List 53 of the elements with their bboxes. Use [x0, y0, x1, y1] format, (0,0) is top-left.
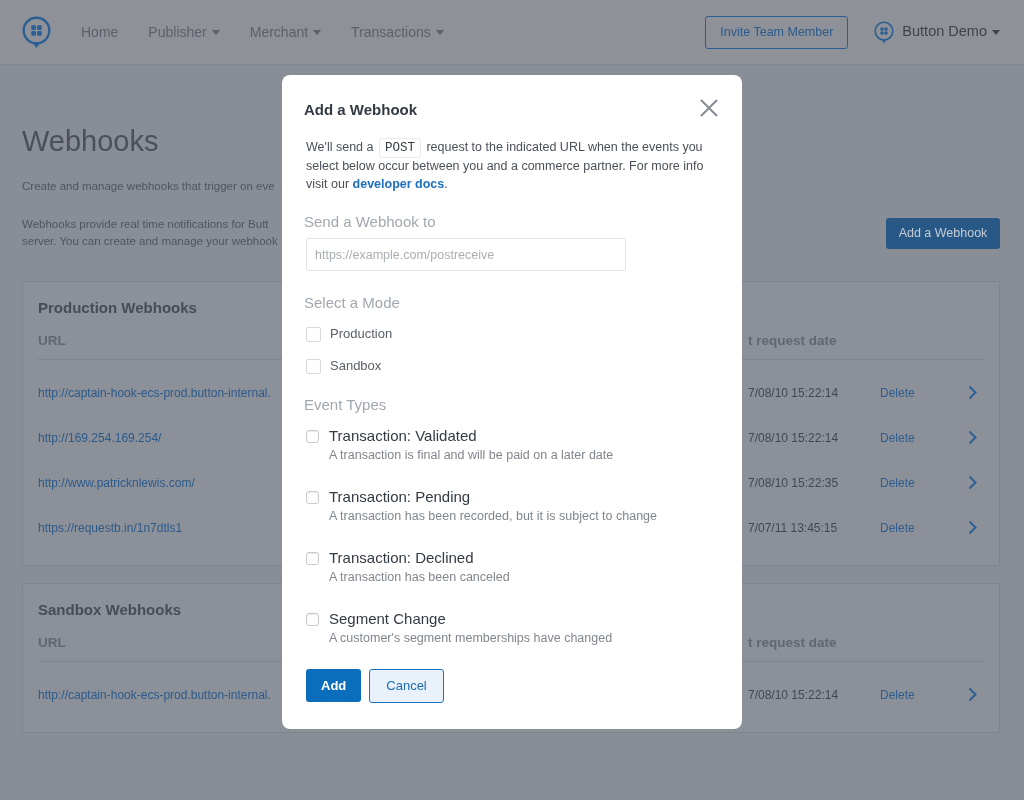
date-text: 7/08/10 15:22:14 — [748, 385, 839, 400]
section-label: Select a Mode — [304, 293, 400, 313]
chevron-right-icon[interactable] — [968, 475, 977, 490]
delete-link[interactable]: Delete — [880, 520, 915, 535]
date-text: 7/08/10 15:22:14 — [748, 430, 839, 445]
add-webhook-button[interactable]: Add a Webhook — [886, 217, 1000, 249]
checkbox-label: Sandbox — [330, 357, 382, 376]
event-title: Transaction: Pending — [329, 487, 471, 507]
checkbox[interactable] — [306, 326, 321, 342]
close-icon[interactable] — [700, 99, 718, 117]
event-title: Transaction: Declined — [329, 548, 474, 568]
modal-title: Add a Webhook — [304, 100, 418, 120]
url-link[interactable]: http://captain-hook-ecs-prod.button-internal. — [38, 687, 271, 702]
speech-bubble-icon — [874, 20, 895, 44]
checkbox[interactable] — [306, 429, 319, 443]
chevron-right-icon[interactable] — [968, 430, 977, 445]
cancel-button[interactable]: Cancel — [369, 669, 444, 703]
url-input[interactable]: https://example.com/postreceive — [306, 238, 626, 271]
section-label: Event Types — [304, 395, 387, 415]
checkbox[interactable] — [306, 551, 319, 565]
date-text: 7/08/10 15:22:35 — [748, 475, 839, 490]
event-title: Transaction: Validated — [329, 426, 477, 446]
event-description: A transaction has been canceled — [329, 569, 510, 586]
delete-link[interactable]: Delete — [880, 687, 915, 702]
delete-link[interactable]: Delete — [880, 475, 915, 490]
checkbox[interactable] — [306, 612, 319, 626]
url-link[interactable]: http://169.254.169.254/ — [38, 430, 162, 445]
checkbox[interactable] — [306, 358, 321, 374]
card-title: Sandbox Webhooks — [38, 600, 182, 620]
delete-link[interactable]: Delete — [880, 430, 915, 445]
event-description: A transaction is final and will be paid on a later date — [329, 447, 614, 464]
url-link[interactable]: https://requestb.in/1n7dtls1 — [38, 520, 183, 535]
date-text: 7/07/11 13:45:15 — [748, 520, 838, 535]
intro-paragraph: We'll send a POST request to the indicated URL when the events you select below occur between you and a commerce partner. For more info visit our developer docs. — [305, 138, 705, 193]
field-label: Send a Webhook to — [304, 212, 436, 232]
event-title: Segment Change — [329, 609, 446, 629]
chevron-right-icon[interactable] — [968, 520, 977, 535]
card-title: Production Webhooks — [38, 298, 197, 318]
account-menu[interactable]: Button Demo — [874, 20, 1000, 44]
speech-bubble-icon[interactable] — [22, 15, 51, 49]
invite-button[interactable]: Invite Team Member — [705, 15, 849, 49]
delete-link[interactable]: Delete — [880, 385, 915, 400]
chevron-right-icon[interactable] — [968, 687, 977, 702]
url-link[interactable]: http://captain-hook-ecs-prod.button-internal. — [38, 385, 271, 400]
add-button[interactable]: Add — [306, 669, 362, 702]
checkbox-label: Production — [330, 325, 393, 344]
page-title: Webhooks — [22, 124, 159, 159]
url-link[interactable]: http://www.patricknlewis.com/ — [38, 475, 195, 490]
chevron-right-icon[interactable] — [968, 385, 977, 400]
event-description: A customer's segment memberships have changed — [329, 630, 613, 647]
date-text: 7/08/10 15:22:14 — [748, 687, 839, 702]
event-description: A transaction has been recorded, but it is subject to change — [329, 508, 657, 525]
checkbox[interactable] — [306, 490, 319, 504]
